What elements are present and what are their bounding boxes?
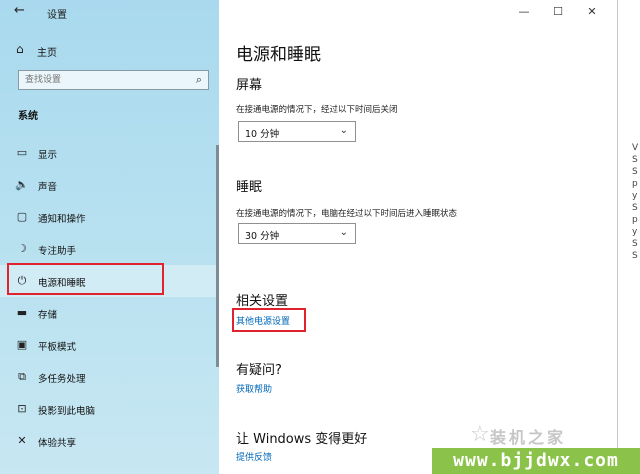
link-get-help[interactable]: 获取帮助 bbox=[236, 382, 272, 395]
sleep-description: 在接通电源的情况下，电脑在经过以下时间后进入睡眠状态 bbox=[236, 209, 458, 219]
dropdown-value: 10 分钟 bbox=[245, 129, 280, 140]
search-box: ⌕ bbox=[18, 70, 209, 90]
maximize-icon[interactable]: ☐ bbox=[541, 3, 575, 21]
chevron-down-icon: ⌄ bbox=[339, 227, 348, 238]
sidebar-item-label: 存储 bbox=[38, 310, 58, 321]
heading-questions: 有疑问? bbox=[236, 363, 282, 378]
share-icon: ✕ bbox=[17, 434, 27, 447]
sidebar-item-focus-assist[interactable]: ☽ 专注助手 bbox=[0, 233, 219, 265]
sidebar-item-label: 通知和操作 bbox=[38, 214, 86, 225]
screen-timeout-dropdown[interactable]: 10 分钟 ⌄ bbox=[238, 121, 356, 142]
home-icon: ⌂ bbox=[16, 42, 24, 56]
storage-icon: ▬ bbox=[16, 306, 28, 319]
search-input[interactable] bbox=[19, 71, 187, 89]
main-pane: — ☐ ✕ 电源和睡眠 屏幕 在接通电源的情况下，经过以下时间后关闭 10 分钟… bbox=[219, 0, 617, 474]
sidebar-item-label: 体验共享 bbox=[38, 438, 77, 449]
desktop-text-fragment: p bbox=[632, 215, 638, 225]
sidebar-item-label: 声音 bbox=[38, 182, 58, 193]
screen-description: 在接通电源的情况下，经过以下时间后关闭 bbox=[236, 105, 398, 115]
heading-screen: 屏幕 bbox=[236, 78, 263, 93]
page-title: 电源和睡眠 bbox=[236, 45, 321, 65]
section-label-system: 系统 bbox=[18, 111, 38, 122]
heading-improve-windows: 让 Windows 变得更好 bbox=[236, 432, 368, 447]
sidebar-item-tablet-mode[interactable]: ▣ 平板模式 bbox=[0, 329, 219, 361]
desktop-text-fragment: V bbox=[632, 143, 639, 153]
notification-icon: ▢ bbox=[16, 210, 28, 223]
search-icon[interactable]: ⌕ bbox=[196, 73, 202, 87]
dropdown-value: 30 分钟 bbox=[245, 231, 280, 242]
desktop-text-fragment: S bbox=[632, 167, 638, 177]
sidebar-item-label: 平板模式 bbox=[38, 342, 77, 353]
highlight-box-power-settings bbox=[232, 308, 306, 332]
project-icon: ⊡ bbox=[17, 402, 27, 415]
sidebar-item-storage[interactable]: ▬ 存储 bbox=[0, 297, 219, 329]
desktop-text-fragment: S bbox=[632, 239, 638, 249]
sidebar-item-display[interactable]: ▭ 显示 bbox=[0, 137, 219, 169]
watermark-star-icon: ☆ bbox=[470, 422, 490, 447]
multitask-icon: ⧉ bbox=[18, 370, 26, 383]
window-controls: — ☐ ✕ bbox=[507, 3, 609, 21]
desktop-text-fragment: S bbox=[632, 203, 638, 213]
desktop-text-fragment: y bbox=[632, 227, 638, 237]
sleep-timeout-dropdown[interactable]: 30 分钟 ⌄ bbox=[238, 223, 356, 244]
app-title: 设置 bbox=[47, 10, 67, 21]
desktop-background: V S S p y S p y S S bbox=[617, 0, 640, 474]
watermark-text: 装机之家 bbox=[490, 428, 567, 447]
sidebar-item-home[interactable]: ⌂ 主页 bbox=[0, 38, 219, 62]
sidebar-item-shared-experiences[interactable]: ✕ 体验共享 bbox=[0, 425, 219, 457]
desktop-text-fragment: S bbox=[632, 155, 638, 165]
sidebar-item-project[interactable]: ⊡ 投影到此电脑 bbox=[0, 393, 219, 425]
desktop-text-fragment: S bbox=[632, 251, 638, 261]
watermark-url: www.bjjdwx.com bbox=[432, 448, 640, 474]
minimize-icon[interactable]: — bbox=[507, 3, 541, 21]
chevron-down-icon: ⌄ bbox=[339, 125, 348, 136]
sidebar-item-sound[interactable]: 🔈 声音 bbox=[0, 169, 219, 201]
sidebar-item-label: 投影到此电脑 bbox=[38, 406, 96, 417]
heading-sleep: 睡眠 bbox=[236, 180, 263, 195]
sidebar-item-multitasking[interactable]: ⧉ 多任务处理 bbox=[0, 361, 219, 393]
moon-icon: ☽ bbox=[17, 242, 27, 255]
desktop-text-fragment: y bbox=[632, 191, 638, 201]
back-arrow-icon[interactable]: ← bbox=[14, 3, 25, 18]
settings-sidebar: ← 设置 ⌂ 主页 ⌕ 系统 ▭ 显示 🔈 声音 ▢ 通知和操作 ☽ 专注助手 … bbox=[0, 0, 219, 474]
desktop-text-fragment: p bbox=[632, 179, 638, 189]
heading-related-settings: 相关设置 bbox=[236, 294, 289, 309]
display-icon: ▭ bbox=[16, 146, 28, 159]
sidebar-item-label: 显示 bbox=[38, 150, 58, 161]
sidebar-item-label: 专注助手 bbox=[38, 246, 77, 257]
speaker-icon: 🔈 bbox=[15, 178, 29, 191]
sidebar-item-label: 多任务处理 bbox=[38, 374, 86, 385]
sidebar-item-notifications[interactable]: ▢ 通知和操作 bbox=[0, 201, 219, 233]
tablet-icon: ▣ bbox=[16, 338, 28, 351]
sidebar-item-label: 主页 bbox=[37, 48, 57, 59]
close-icon[interactable]: ✕ bbox=[575, 3, 609, 21]
highlight-box-power-sleep bbox=[7, 263, 164, 295]
titlebar-left: ← 设置 bbox=[0, 0, 219, 26]
link-give-feedback[interactable]: 提供反馈 bbox=[236, 450, 272, 463]
